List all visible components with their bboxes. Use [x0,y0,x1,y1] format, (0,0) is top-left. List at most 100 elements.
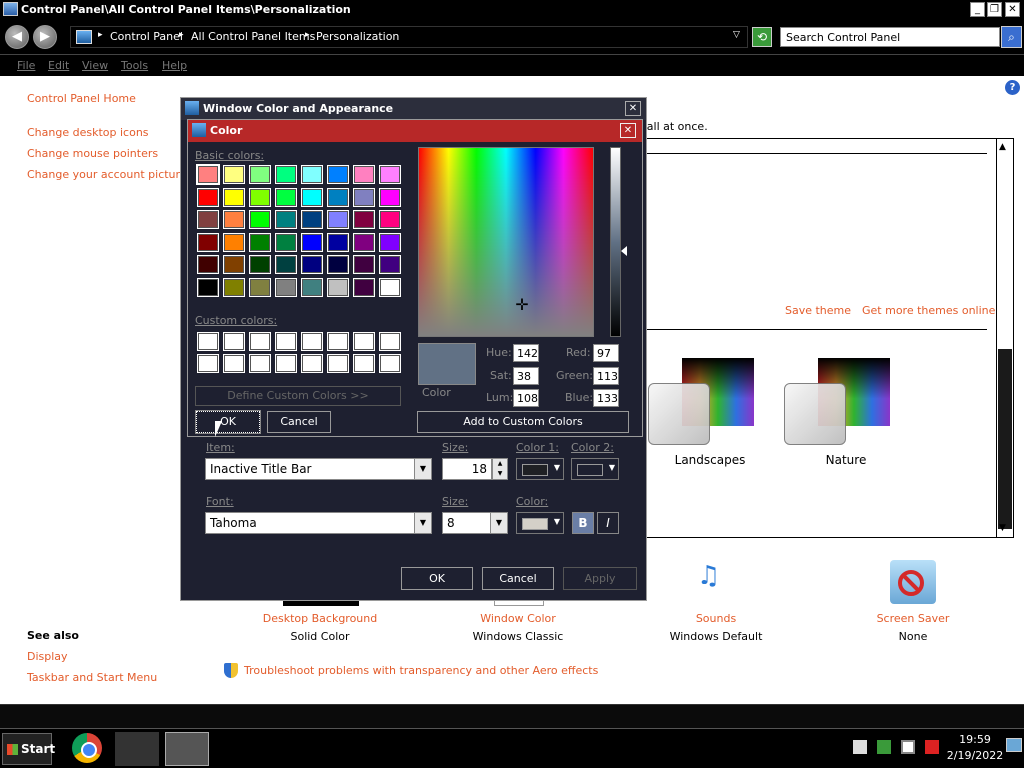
basic-color-swatch[interactable] [275,165,297,184]
crosshair-icon[interactable]: ✛ [513,296,531,314]
taskbar-control-panel-app[interactable] [115,732,159,766]
custom-color-swatch[interactable] [223,332,245,351]
font-dropdown[interactable]: Tahoma ▼ [205,512,432,534]
maximize-button[interactable]: ❐ [987,2,1002,17]
basic-color-swatch[interactable] [353,255,375,274]
scroll-up-icon[interactable]: ▲ [999,142,1006,152]
basic-color-swatch[interactable] [249,255,271,274]
basic-color-swatch[interactable] [327,232,349,252]
chevron-right-icon[interactable]: ▸ [98,30,103,40]
custom-color-swatch[interactable] [379,354,401,373]
tray-volume-muted-icon[interactable] [925,740,939,754]
basic-color-swatch[interactable] [301,255,323,274]
custom-color-swatch[interactable] [197,354,219,373]
lum-input[interactable]: 108 [513,389,539,407]
basic-color-swatch[interactable] [327,187,349,207]
minimize-button[interactable]: _ [970,2,985,17]
theme-landscapes-thumb[interactable] [648,383,710,445]
basic-color-swatch[interactable] [197,255,219,274]
basic-color-swatch[interactable] [301,165,323,184]
scroll-down-icon[interactable]: ▼ [999,523,1006,533]
basic-color-swatch[interactable] [223,187,245,207]
basic-color-swatch[interactable] [275,232,297,252]
item-size-spinner[interactable]: ▲ ▼ [492,458,508,480]
custom-color-swatch[interactable] [301,354,323,373]
basic-color-swatch[interactable] [197,187,219,207]
basic-color-swatch[interactable] [223,232,245,252]
custom-color-swatch[interactable] [223,354,245,373]
wca-apply-button[interactable]: Apply [563,567,637,590]
custom-color-swatch[interactable] [249,354,271,373]
search-input[interactable]: Search Control Panel [780,27,1000,47]
scroll-thumb[interactable] [998,349,1012,529]
color1-picker[interactable]: ▼ [516,458,564,480]
basic-color-swatch[interactable] [379,232,401,252]
basic-color-swatch[interactable] [327,165,349,184]
font-color-picker[interactable]: ▼ [516,512,564,534]
window-color-link[interactable]: Window Color [438,612,598,625]
blue-input[interactable]: 133 [593,389,619,407]
basic-color-swatch[interactable] [249,187,271,207]
item-size-input[interactable]: 18 [442,458,492,480]
basic-color-swatch[interactable] [301,187,323,207]
basic-color-swatch[interactable] [249,277,271,297]
luminance-slider-handle[interactable] [621,246,627,256]
color-ok-button[interactable]: OK [195,410,261,434]
control-panel-home-link[interactable]: Control Panel Home [27,92,136,105]
basic-color-swatch[interactable] [275,277,297,297]
address-box[interactable]: ▸ Control Panel ▸ All Control Panel Item… [70,26,748,48]
sat-input[interactable]: 38 [513,367,539,385]
basic-color-swatch[interactable] [327,277,349,297]
basic-color-swatch[interactable] [353,232,375,252]
start-button[interactable]: Start [2,733,55,765]
menu-tools[interactable]: Tools [121,59,148,72]
basic-color-swatch[interactable] [379,165,401,184]
custom-color-swatch[interactable] [197,332,219,351]
custom-color-swatch[interactable] [327,332,349,351]
theme-list-scrollbar[interactable]: ▲ ▼ [996,139,1013,537]
sounds-link[interactable]: Sounds [636,612,796,625]
tray-action-center-icon[interactable] [877,740,891,754]
chevron-down-icon[interactable]: ▼ [414,459,431,479]
chevron-right-icon[interactable]: ▸ [179,30,184,40]
basic-color-swatch[interactable] [197,232,219,252]
basic-color-swatch[interactable] [327,210,349,229]
chevron-down-icon[interactable]: ▼ [414,513,431,533]
basic-color-swatch[interactable] [249,210,271,229]
chevron-down-icon[interactable]: ▼ [490,513,507,533]
menu-file[interactable]: File [17,59,35,72]
basic-color-swatch[interactable] [197,277,219,297]
menu-help[interactable]: Help [162,59,187,72]
custom-color-swatch[interactable] [275,354,297,373]
show-desktop-icon[interactable] [1006,738,1022,752]
breadcrumb-control-panel[interactable]: Control Panel [110,30,183,43]
forward-button[interactable]: ▶ [33,25,57,49]
basic-color-swatch[interactable] [197,210,219,229]
basic-color-swatch[interactable] [196,164,220,185]
color2-picker[interactable]: ▼ [571,458,619,480]
basic-color-swatch[interactable] [327,255,349,274]
taskbar-personalization-app[interactable] [165,732,209,766]
sounds-icon[interactable]: ♫ [697,561,741,603]
refresh-button[interactable]: ⟲ [752,27,772,47]
basic-color-swatch[interactable] [223,255,245,274]
taskbar-start-menu-link[interactable]: Taskbar and Start Menu [27,671,157,684]
chrome-icon[interactable] [72,733,102,763]
basic-color-swatch[interactable] [301,232,323,252]
define-custom-colors-button[interactable]: Define Custom Colors >> [195,386,401,406]
custom-color-swatch[interactable] [327,354,349,373]
get-more-themes-link[interactable]: Get more themes online [862,304,995,317]
basic-color-swatch[interactable] [249,165,271,184]
close-icon[interactable]: ✕ [620,123,636,138]
bold-button[interactable]: B [572,512,594,534]
theme-nature-label[interactable]: Nature [796,453,896,467]
luminance-slider[interactable] [610,147,621,337]
breadcrumb-all-items[interactable]: All Control Panel Items [191,30,315,43]
save-theme-link[interactable]: Save theme [785,304,851,317]
wca-cancel-button[interactable]: Cancel [482,567,554,590]
color-cancel-button[interactable]: Cancel [267,411,331,433]
menu-view[interactable]: View [82,59,108,72]
hue-input[interactable]: 142 [513,344,539,362]
basic-color-swatch[interactable] [223,165,245,184]
basic-color-swatch[interactable] [275,187,297,207]
